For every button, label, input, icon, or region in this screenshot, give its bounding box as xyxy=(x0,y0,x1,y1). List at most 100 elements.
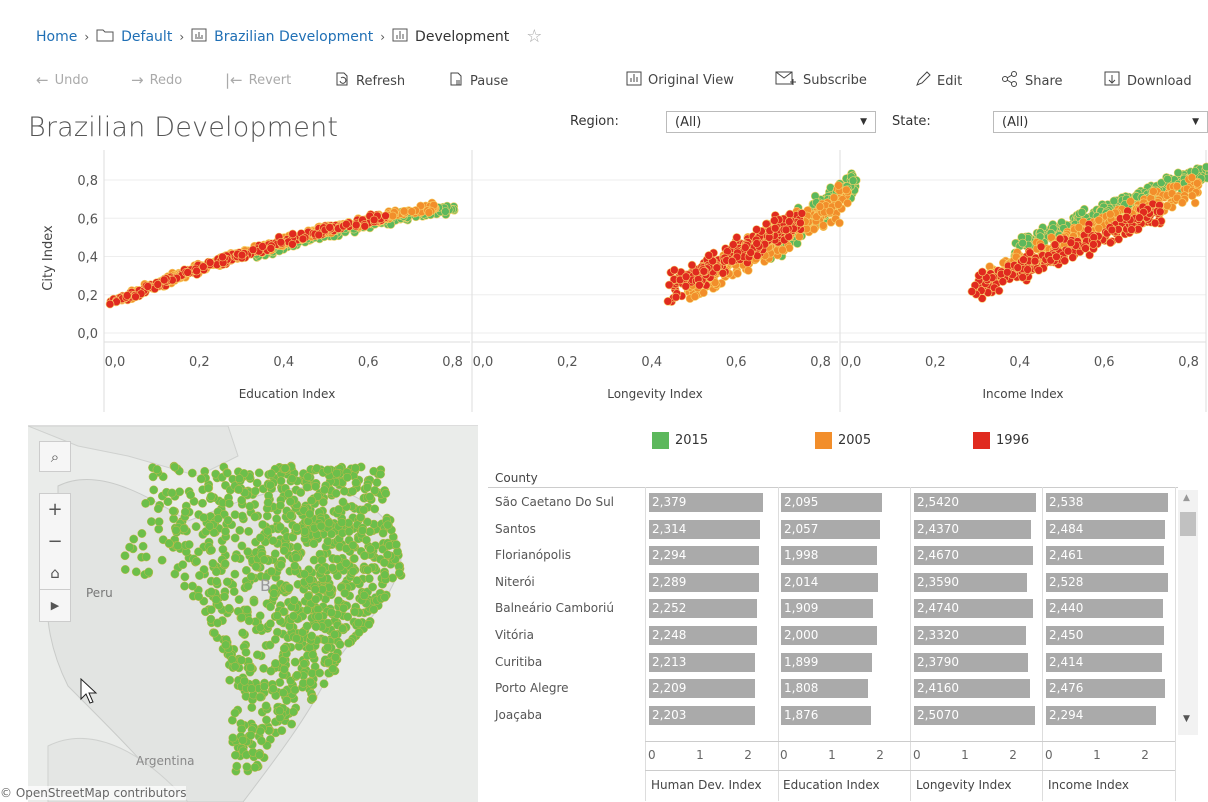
map-point[interactable] xyxy=(339,603,349,613)
map-point[interactable] xyxy=(234,474,244,484)
map-point[interactable] xyxy=(314,612,324,622)
scatter-point[interactable] xyxy=(1126,197,1135,206)
scatter-point[interactable] xyxy=(1178,198,1187,207)
map-point[interactable] xyxy=(265,619,275,629)
map-point[interactable] xyxy=(206,492,216,501)
map-point[interactable] xyxy=(178,560,188,570)
map-point[interactable] xyxy=(338,624,348,634)
map-point[interactable] xyxy=(120,551,130,561)
map-point[interactable] xyxy=(311,594,321,604)
map-point[interactable] xyxy=(208,558,218,568)
map-point[interactable] xyxy=(266,567,276,576)
map-point[interactable] xyxy=(138,541,148,551)
scatter-point[interactable] xyxy=(1150,218,1160,228)
map-point[interactable] xyxy=(254,468,264,478)
map-point[interactable] xyxy=(192,556,202,566)
scatter-point[interactable] xyxy=(1081,244,1090,253)
scatter-point[interactable] xyxy=(1060,256,1069,265)
scatter-point[interactable] xyxy=(664,280,674,290)
map-point[interactable] xyxy=(245,501,255,511)
map-point[interactable] xyxy=(356,512,366,522)
map-point[interactable] xyxy=(361,535,371,545)
scatter-point[interactable] xyxy=(1050,240,1060,249)
map-point[interactable] xyxy=(364,574,374,584)
map-point[interactable] xyxy=(173,541,183,551)
scatter-point[interactable] xyxy=(388,211,398,221)
map-point[interactable] xyxy=(186,490,196,500)
refresh-button[interactable]: Refresh xyxy=(334,71,405,91)
map-point[interactable] xyxy=(131,567,141,577)
map-point[interactable] xyxy=(211,595,221,605)
map-point[interactable] xyxy=(154,517,164,527)
map-point[interactable] xyxy=(261,701,271,711)
map-point[interactable] xyxy=(381,488,391,498)
scatter-point[interactable] xyxy=(381,211,390,221)
scatter-point[interactable] xyxy=(1122,212,1131,222)
scatter-point[interactable] xyxy=(1077,208,1087,217)
subscribe-button[interactable]: Subscribe xyxy=(775,71,867,90)
bar[interactable]: 2,484 xyxy=(1046,519,1166,539)
map-point[interactable] xyxy=(341,558,351,568)
map-point[interactable] xyxy=(180,572,190,582)
scatter-point[interactable] xyxy=(1019,255,1028,264)
map-point[interactable] xyxy=(303,516,313,526)
bar[interactable]: 2,3320 xyxy=(914,626,1027,645)
scatter-point[interactable] xyxy=(159,275,169,285)
map-point[interactable] xyxy=(319,679,329,689)
scatter-point[interactable] xyxy=(1109,196,1119,206)
scatter-point[interactable] xyxy=(809,224,819,234)
map-point[interactable] xyxy=(207,545,216,555)
map-point[interactable] xyxy=(352,576,362,586)
map-point[interactable] xyxy=(266,666,276,676)
map-point[interactable] xyxy=(137,529,147,538)
scatter-point[interactable] xyxy=(669,265,679,275)
map-point[interactable] xyxy=(307,668,317,678)
map-point[interactable] xyxy=(249,597,259,607)
map-point[interactable] xyxy=(268,536,278,546)
map-point[interactable] xyxy=(276,476,286,486)
map-point[interactable] xyxy=(331,652,341,662)
map-point[interactable] xyxy=(232,761,242,771)
map-point[interactable] xyxy=(288,707,298,717)
scatter-point[interactable] xyxy=(795,232,804,241)
map-point[interactable] xyxy=(307,496,316,505)
map-point[interactable] xyxy=(282,696,292,705)
map-point[interactable] xyxy=(213,618,223,628)
map-point[interactable] xyxy=(309,539,319,549)
bar[interactable]: 2,213 xyxy=(649,652,756,672)
map-point[interactable] xyxy=(220,592,229,602)
scatter-point[interactable] xyxy=(1066,238,1076,247)
map-point[interactable] xyxy=(244,616,254,626)
map-point[interactable] xyxy=(299,569,309,579)
scatter-point[interactable] xyxy=(835,218,844,228)
scatter-point[interactable] xyxy=(848,176,858,186)
map-point[interactable] xyxy=(230,569,240,579)
map-point[interactable] xyxy=(376,469,385,479)
map-point[interactable] xyxy=(368,582,378,592)
scatter-point[interactable] xyxy=(183,268,192,277)
map-point[interactable] xyxy=(269,589,279,599)
map-point[interactable] xyxy=(354,628,364,637)
share-button[interactable]: Share xyxy=(1001,71,1063,91)
map-point[interactable] xyxy=(266,469,276,479)
map-point[interactable] xyxy=(272,514,282,524)
map-point[interactable] xyxy=(306,677,315,687)
region-filter-select[interactable]: (All) ▼ xyxy=(666,111,876,133)
map-point[interactable] xyxy=(383,550,393,560)
scatter-point[interactable] xyxy=(1149,187,1158,196)
map-point[interactable] xyxy=(234,595,244,605)
scatter-point[interactable] xyxy=(1187,173,1197,182)
map-point[interactable] xyxy=(275,678,285,687)
map-point[interactable] xyxy=(263,526,273,536)
scatter-point[interactable] xyxy=(796,218,805,228)
revert-button[interactable]: |← Revert xyxy=(225,71,291,89)
scatter-point[interactable] xyxy=(770,223,780,233)
map-point[interactable] xyxy=(350,463,360,473)
map-point[interactable] xyxy=(328,664,338,674)
map-point[interactable] xyxy=(337,518,347,527)
state-filter-select[interactable]: (All) ▼ xyxy=(993,111,1208,133)
map-point[interactable] xyxy=(383,520,393,530)
scatter-point[interactable] xyxy=(122,291,132,300)
map-point[interactable] xyxy=(242,605,252,615)
map-point[interactable] xyxy=(163,497,173,507)
